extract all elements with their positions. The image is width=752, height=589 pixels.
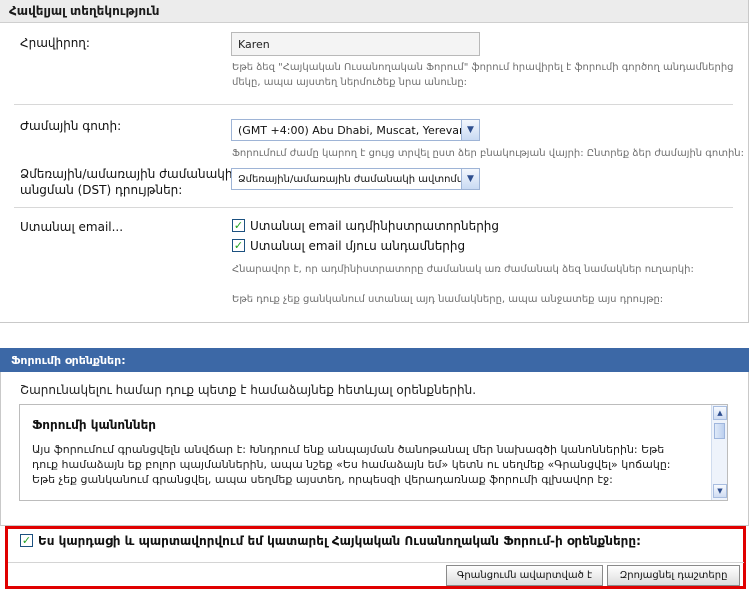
referrer-label: Հրավիրող: (20, 36, 90, 50)
dst-select[interactable]: Ձմեռային/ամառային ժամանակի ավտոմատ կարգա… (231, 168, 480, 190)
email-description-line1: Հնարավոր է, որ ադմինիստրատորը ժամանակ առ… (232, 264, 694, 275)
email-admin-option-label: Ստանալ email ադմինիստրատորներից (250, 219, 499, 233)
forum-rules-intro: Շարունակելու համար դուք պետք է համաձայնե… (20, 383, 477, 397)
email-members-checkbox[interactable]: ✓ (232, 239, 245, 252)
email-members-option-label: Ստանալ email մյուս անդամներից (250, 239, 466, 253)
checkmark-icon: ✓ (21, 534, 32, 547)
complete-registration-button[interactable]: Գրանցումն ավարտված է (446, 565, 603, 586)
chevron-down-icon[interactable]: ▼ (461, 120, 479, 140)
scroll-up-icon[interactable]: ▲ (713, 406, 727, 420)
checkmark-icon: ✓ (233, 239, 244, 252)
email-admin-checkbox[interactable]: ✓ (232, 219, 245, 232)
rules-body-line2: դուք համաձայն եք բոլոր պայմաններին, ապա … (32, 458, 671, 471)
rules-box-title: Ֆորումի կանոններ (32, 418, 156, 432)
email-description-line2: Եթե դուք չեք ցանկանում ստանալ այդ նամակն… (232, 294, 664, 305)
rules-body-line3: Եթե չեք ցանկանում գրանցվել, ապա սեղմեք ա… (32, 473, 613, 486)
timezone-description: Ֆորումում ժամը կարող է ցույց տրվել ըստ ձ… (232, 148, 745, 159)
forum-rules-title: Ֆորումի օրենքներ: (11, 354, 126, 367)
agree-checkbox[interactable]: ✓ (20, 534, 33, 547)
additional-info-title: Հավելյալ տեղեկություն (9, 4, 160, 18)
scroll-down-icon[interactable]: ▼ (713, 484, 727, 498)
agree-label: Ես կարդացի և պարտավորվում եմ կատարել Հայ… (38, 534, 641, 548)
reset-fields-button[interactable]: Զրոյացնել դաշտերը (607, 565, 740, 586)
dst-label-line1: Ձմեռային/ամառային ժամանակի (20, 167, 233, 181)
dst-label-line2: անցման (DST) դրույթներ: (20, 183, 183, 197)
email-label: Ստանալ email... (20, 220, 124, 234)
timezone-selected-value: (GMT +4:00) Abu Dhabi, Muscat, Yerevan, … (238, 123, 461, 137)
divider (14, 104, 733, 105)
dst-selected-value: Ձմեռային/ամառային ժամանակի ավտոմատ կարգա… (238, 173, 461, 185)
timezone-label: Ժամային գոտի: (20, 119, 122, 133)
checkmark-icon: ✓ (233, 219, 244, 232)
divider (14, 207, 733, 208)
rules-body-line1: Այս ֆորումում գրանցվելն անվճար է: Խնդրու… (32, 443, 665, 456)
rules-scrollbar[interactable]: ▲ ▼ (711, 405, 727, 500)
scrollbar-thumb[interactable] (714, 423, 725, 439)
referrer-description-line1: Եթե ձեզ "Հայկական Ուսանողական Ֆորում" ֆո… (232, 62, 734, 73)
referrer-input[interactable] (231, 32, 480, 56)
timezone-select[interactable]: (GMT +4:00) Abu Dhabi, Muscat, Yerevan, … (231, 119, 480, 141)
chevron-down-icon[interactable]: ▼ (461, 169, 479, 189)
referrer-description-line2: մեկը, ապա այստեղ ներմուծեք նրա անունը: (232, 77, 468, 88)
